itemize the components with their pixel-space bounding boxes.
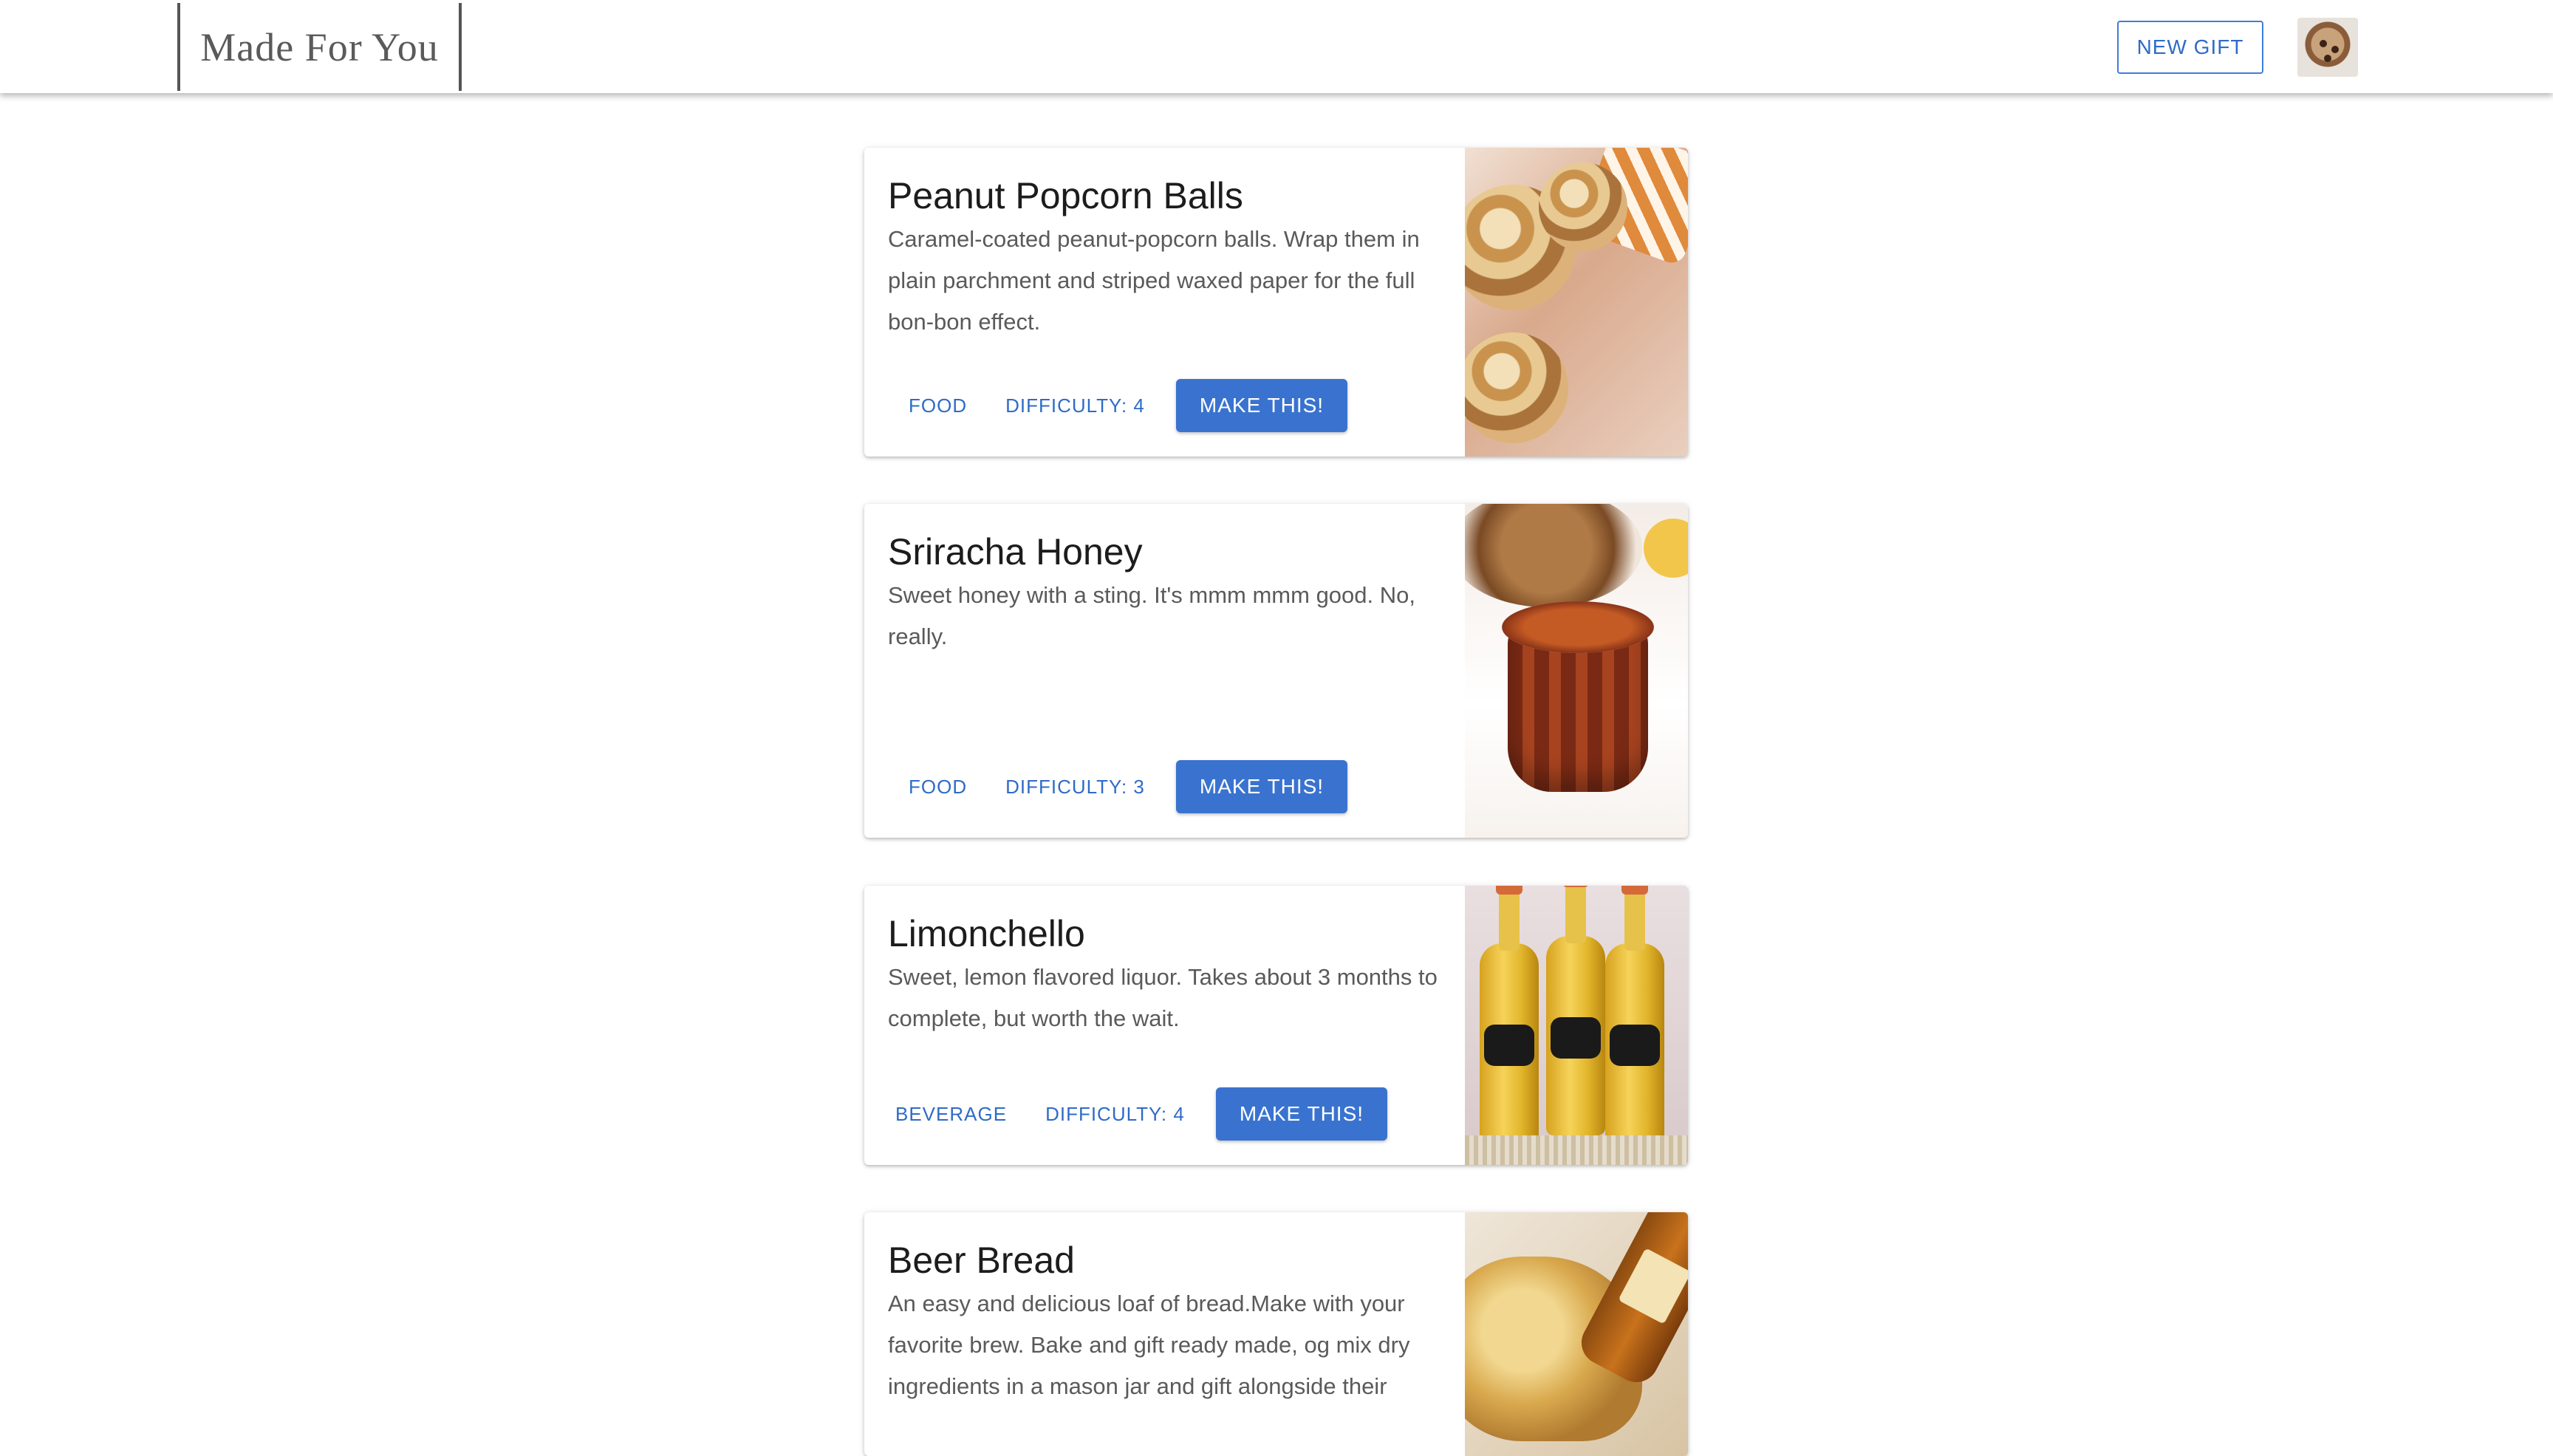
sriracha-honey-image xyxy=(1465,504,1688,838)
user-avatar[interactable] xyxy=(2297,18,2358,77)
card-actions: FOOD DIFFICULTY: 4 MAKE THIS! xyxy=(888,379,1348,432)
card-title: Sriracha Honey xyxy=(888,531,1143,573)
new-gift-button[interactable]: NEW GIFT xyxy=(2117,21,2263,74)
make-this-button[interactable]: MAKE THIS! xyxy=(1215,1087,1388,1141)
gift-card: Limonchello Sweet, lemon flavored liquor… xyxy=(864,886,1688,1165)
card-description: Caramel-coated peanut-popcorn balls. Wra… xyxy=(888,226,1420,335)
beer-bread-image xyxy=(1465,1212,1688,1456)
category-chip[interactable]: FOOD xyxy=(888,394,985,417)
card-actions: BEVERAGE DIFFICULTY: 4 MAKE THIS! xyxy=(888,1087,1388,1141)
popcorn-balls-image xyxy=(1465,148,1688,457)
difficulty-chip[interactable]: DIFFICULTY: 4 xyxy=(1025,1103,1203,1126)
brand-logo[interactable]: Made For You xyxy=(177,3,462,91)
card-title: Limonchello xyxy=(888,913,1085,954)
difficulty-chip[interactable]: DIFFICULTY: 3 xyxy=(985,776,1163,799)
card-actions: FOOD DIFFICULTY: 3 MAKE THIS! xyxy=(888,760,1348,813)
category-chip[interactable]: FOOD xyxy=(888,776,985,799)
card-description: Sweet, lemon flavored liquor. Takes abou… xyxy=(888,964,1438,1031)
make-this-button[interactable]: MAKE THIS! xyxy=(1175,760,1348,813)
limoncello-image xyxy=(1465,886,1688,1165)
card-description: An easy and delicious loaf of bread.Make… xyxy=(888,1291,1410,1399)
difficulty-chip[interactable]: DIFFICULTY: 4 xyxy=(985,394,1163,417)
app-header: Made For You NEW GIFT xyxy=(0,0,2553,93)
card-title: Peanut Popcorn Balls xyxy=(888,175,1243,216)
card-title: Beer Bread xyxy=(888,1240,1075,1281)
gift-card: Beer Bread An easy and delicious loaf of… xyxy=(864,1212,1688,1456)
card-description: Sweet honey with a sting. It's mmm mmm g… xyxy=(888,582,1415,649)
gift-card: Sriracha Honey Sweet honey with a sting.… xyxy=(864,504,1688,838)
category-chip[interactable]: BEVERAGE xyxy=(888,1103,1025,1126)
gift-card: Peanut Popcorn Balls Caramel-coated pean… xyxy=(864,148,1688,457)
make-this-button[interactable]: MAKE THIS! xyxy=(1175,379,1348,432)
